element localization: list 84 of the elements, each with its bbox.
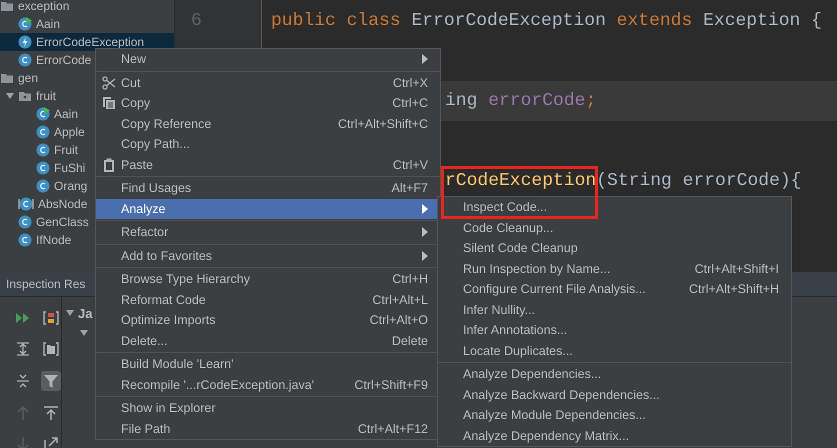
menu-item[interactable]: Locate Duplicates... [438,340,791,361]
collapse-all-icon[interactable] [15,372,31,389]
class-icon [18,215,32,229]
menu-item[interactable]: Delete... Delete [96,330,440,351]
tree-item-label: ErrorCode [36,53,92,67]
open-external-icon[interactable] [43,436,59,448]
tree-item-label: IfNode [36,233,72,247]
export-icon[interactable] [43,404,59,421]
abstract-class-icon [18,197,34,211]
menu-item[interactable]: Copy Path... [96,134,440,154]
class-icon [36,179,50,193]
class-icon [18,53,32,67]
menu-item[interactable]: Paste Ctrl+V [96,154,440,175]
result-tree-item[interactable]: Ja [66,303,92,323]
menu-item[interactable]: New [96,49,440,70]
folder-icon [0,0,14,13]
tree-item-label: Orang [54,179,88,193]
tree-item-label: exception [18,0,70,13]
menu-item[interactable]: Configure Current File Analysis... Ctrl+Alt+Shift+H [438,279,791,300]
folder-icon [18,89,32,103]
menu-item[interactable]: File Path Ctrl+Alt+F12 [96,418,440,439]
expand-arrow-icon[interactable] [80,329,88,337]
filter-icon [43,372,59,389]
expand-all-icon[interactable] [15,341,31,358]
code-line: rCodeException(String errorCode){ [445,171,802,191]
class-icon [36,125,50,139]
tree-item[interactable]: exception [0,0,174,15]
copy-icon [102,96,116,110]
tree-item[interactable]: ErrorCodeException [0,33,174,51]
tree-item-label: Apple [54,125,85,139]
menu-item[interactable]: Add to Favorites [96,246,440,266]
menu-item[interactable]: Browse Type Hierarchy Ctrl+H [96,269,440,290]
folder-icon [0,71,14,85]
runnable-class-icon [18,17,32,31]
submenu-arrow-icon [422,227,428,238]
group-icon[interactable] [43,310,59,326]
menu-item[interactable]: Run Inspection by Name... Ctrl+Alt+Shift+I [438,258,791,279]
tree-item-label: FuShi [54,161,86,175]
menu-item[interactable]: Inspect Code... [438,197,791,218]
tree-item-label: Fruit [54,143,78,157]
menu-item[interactable]: Find Usages Alt+F7 [96,178,440,198]
menu-item[interactable]: Analyze Dependency Matrix... [438,426,791,446]
menu-item[interactable]: Recompile '...rCodeException.java' Ctrl+Shift+F9 [96,374,440,395]
menu-item[interactable]: Code Cleanup... [438,218,791,238]
tree-item-label: fruit [36,89,56,103]
tree-item-label: AbsNode [38,197,88,211]
menu-item[interactable]: Analyze [96,198,440,219]
tree-item-label: Aain [54,107,78,121]
filter-button[interactable] [41,370,61,391]
class-icon [18,233,32,247]
runnable-class-icon [36,107,50,121]
menu-item[interactable]: Optimize Imports Ctrl+Alt+O [96,310,440,330]
submenu-arrow-icon [422,204,428,214]
tree-item-label: ErrorCodeException [36,35,144,49]
menu-item[interactable]: Copy Ctrl+C [96,93,440,114]
clipboard-icon [102,158,116,172]
menu-item[interactable]: Analyze Backward Dependencies... [438,384,791,405]
tree-item-label: Aain [36,17,60,31]
exception-class-icon [18,35,32,49]
menu-item[interactable]: Cut Ctrl+X [96,72,440,93]
menu-item[interactable]: Build Module 'Learn' [96,354,440,374]
scissors-icon [102,76,116,90]
tree-item[interactable]: Aain [0,15,174,33]
expand-arrow-icon[interactable] [6,92,14,100]
menu-item[interactable]: Show in Explorer [96,398,440,418]
tool-window-title: Inspection Res [6,277,86,291]
menu-item[interactable]: Analyze Dependencies... [438,364,791,384]
code-line: ing errorCode; [445,91,596,111]
menu-item[interactable]: Analyze Module Dependencies... [438,405,791,426]
tree-item-label: GenClass [36,215,89,229]
expand-arrow-icon[interactable] [66,309,74,317]
code-line: public class ErrorCodeException extends Exception { [271,11,822,31]
submenu-arrow-icon [422,54,428,64]
menu-item[interactable]: Infer Nullity... [438,300,791,320]
class-icon [36,143,50,157]
menu-item[interactable]: Reformat Code Ctrl+Alt+L [96,290,440,310]
menu-item[interactable]: Refactor [96,222,440,242]
class-icon [36,161,50,175]
menu-item[interactable]: Copy Reference Ctrl+Alt+Shift+C [96,114,440,134]
menu-item[interactable]: Silent Code Cleanup [438,238,791,258]
menu-item[interactable]: Infer Annotations... [438,320,791,340]
module-icon[interactable] [43,341,59,358]
submenu-arrow-icon [422,250,428,261]
tree-item-label: gen [18,71,38,85]
